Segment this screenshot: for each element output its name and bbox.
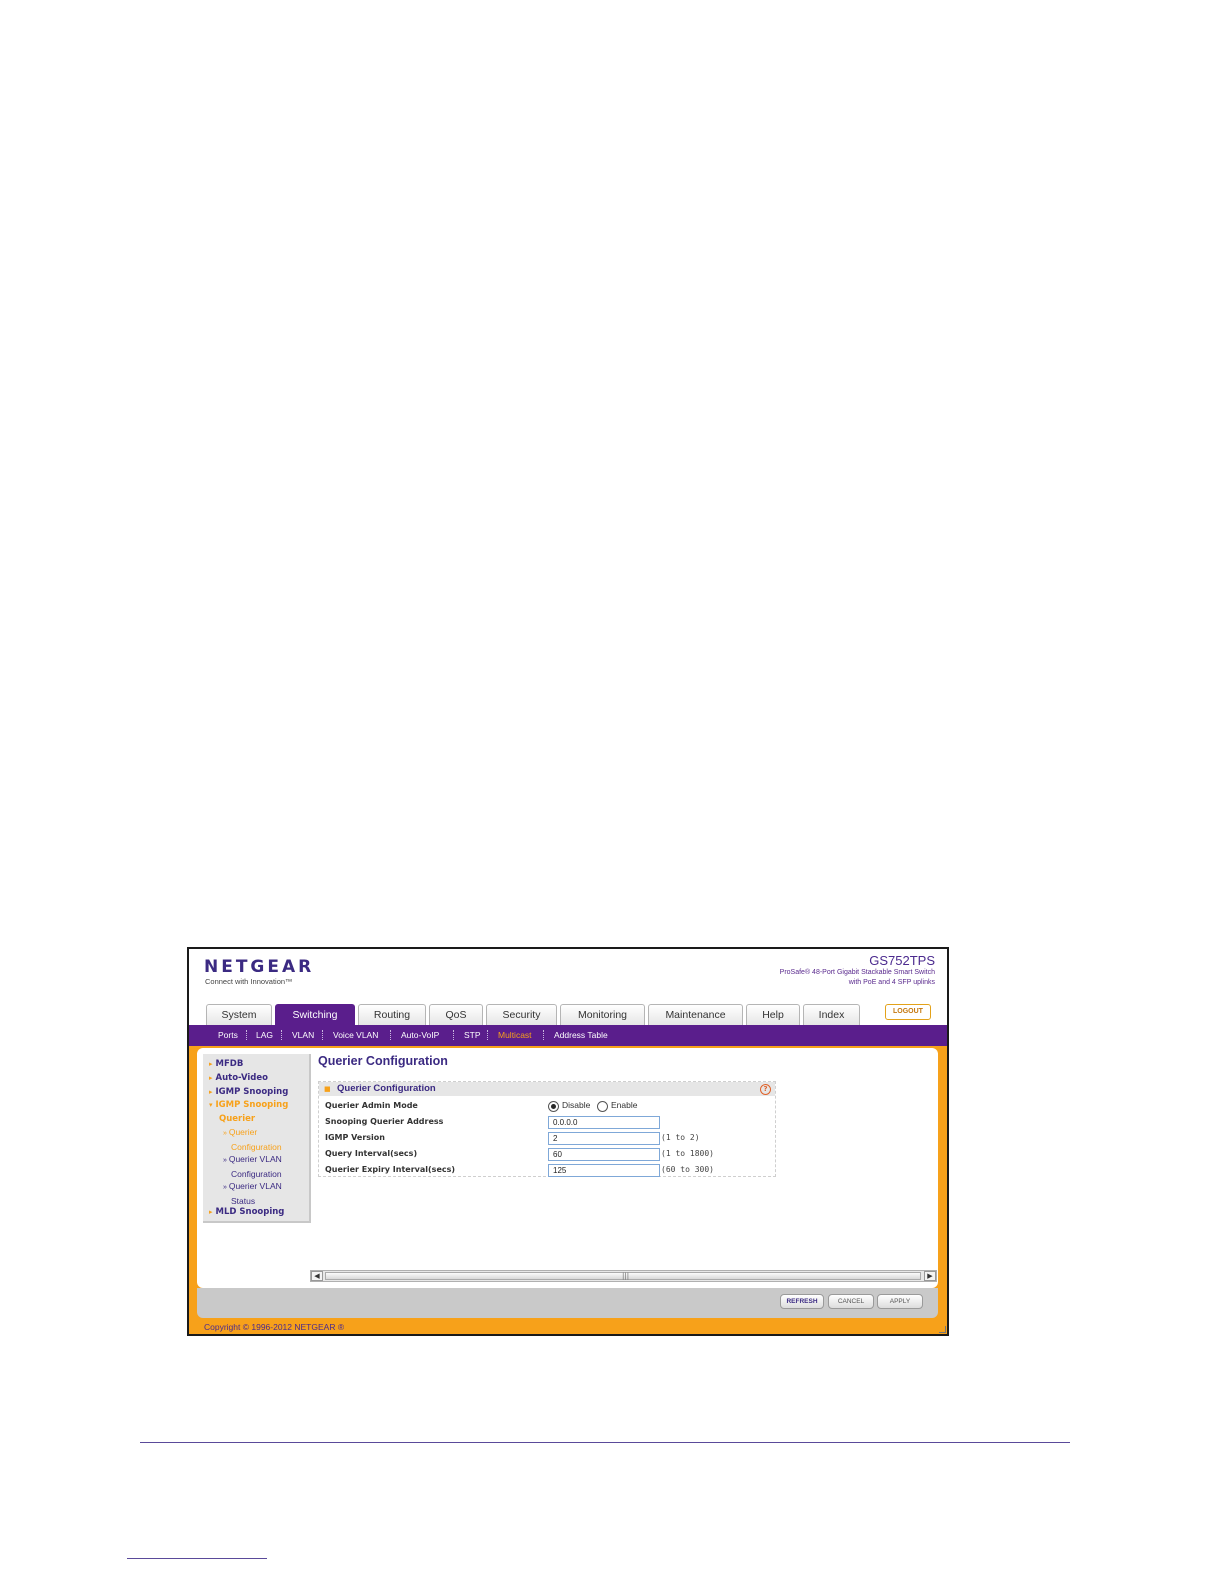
subnav-separator: [390, 1030, 392, 1040]
sidebar-item-igmp-snooping-querier[interactable]: ▾ IGMP Snooping: [209, 1100, 288, 1110]
querier-configuration-panel: ■ Querier Configuration ? Querier Admin …: [318, 1081, 776, 1177]
subnav-separator: [281, 1030, 283, 1040]
sidebar: ▸ MFDB ▸ Auto-Video ▸ IGMP Snooping ▾ IGMP S…: [203, 1054, 311, 1223]
expiry-interval-range: (60 to 300): [661, 1165, 714, 1174]
chevron-right-icon: ▸: [209, 1060, 213, 1068]
subnav-stp[interactable]: STP: [464, 1025, 481, 1046]
admin-mode-disable-label: Disable: [562, 1100, 591, 1110]
sidebar-subitem-querier-configuration[interactable]: » Querier Configuration: [223, 1126, 282, 1154]
querier-address-input[interactable]: 0.0.0.0: [548, 1116, 660, 1129]
admin-mode-disable-radio[interactable]: [548, 1101, 559, 1112]
sidebar-subitem-label: Configuration: [231, 1168, 282, 1179]
sidebar-subitem-querier-vlan-configuration[interactable]: » Querier VLAN Configuration: [223, 1153, 282, 1181]
tab-help[interactable]: Help: [746, 1004, 800, 1025]
chevron-right-icon: ▸: [209, 1208, 213, 1216]
tab-routing[interactable]: Routing: [358, 1004, 426, 1025]
query-interval-range: (1 to 1800): [661, 1149, 714, 1158]
igmp-version-range: (1 to 2): [661, 1133, 700, 1142]
netgear-logo: NETGEAR: [204, 957, 315, 977]
sidebar-item-mld-snooping[interactable]: ▸ MLD Snooping: [209, 1207, 284, 1217]
admin-mode-label: Querier Admin Mode: [325, 1101, 418, 1110]
panel-header: ■ Querier Configuration ?: [319, 1082, 775, 1096]
cancel-button[interactable]: CANCEL: [828, 1294, 874, 1309]
igmp-version-input[interactable]: 2: [548, 1132, 660, 1145]
sidebar-item-label: MFDB: [215, 1059, 244, 1069]
sidebar-item-label: IGMP Snooping: [215, 1100, 289, 1110]
refresh-button[interactable]: REFRESH: [780, 1294, 824, 1309]
chevron-down-icon: ▾: [209, 1101, 213, 1109]
subnav-vlan[interactable]: VLAN: [292, 1025, 314, 1046]
product-description-line2: with PoE and 4 SFP uplinks: [848, 979, 935, 986]
query-interval-label: Query Interval(secs): [325, 1149, 418, 1158]
tab-maintenance[interactable]: Maintenance: [648, 1004, 743, 1025]
query-interval-input[interactable]: 60: [548, 1148, 660, 1161]
brand-tagline: Connect with Innovation™: [205, 977, 293, 986]
content-area: ▸ MFDB ▸ Auto-Video ▸ IGMP Snooping ▾ IGMP S…: [197, 1048, 938, 1288]
subnav-separator: [543, 1030, 545, 1040]
copyright-text: Copyright © 1996-2012 NETGEAR ®: [204, 1322, 345, 1332]
apply-button[interactable]: APPLY: [877, 1294, 923, 1309]
expiry-interval-input[interactable]: 125: [548, 1164, 660, 1177]
tab-security[interactable]: Security: [486, 1004, 557, 1025]
tab-switching[interactable]: Switching: [275, 1004, 355, 1025]
sidebar-item-label: IGMP Snooping: [215, 1087, 289, 1097]
page-title: Querier Configuration: [318, 1054, 448, 1068]
sidebar-item-igmp-snooping[interactable]: ▸ IGMP Snooping: [209, 1087, 288, 1097]
scrollbar-thumb[interactable]: |||: [325, 1272, 921, 1280]
tab-monitoring[interactable]: Monitoring: [560, 1004, 645, 1025]
sidebar-subitem-label: Querier: [228, 1127, 258, 1137]
expiry-interval-label: Querier Expiry Interval(secs): [325, 1165, 456, 1174]
grip-icon: |||: [622, 1272, 630, 1280]
sidebar-subitem-label: Querier VLAN: [228, 1154, 282, 1164]
sidebar-subitem-label: Status: [231, 1195, 256, 1206]
chevron-right-icon: ▸: [209, 1088, 213, 1096]
logout-button[interactable]: LOGOUT: [885, 1004, 931, 1020]
subnav-voice-vlan[interactable]: Voice VLAN: [333, 1025, 378, 1046]
tab-system[interactable]: System: [206, 1004, 272, 1025]
subnav-separator: [453, 1030, 455, 1040]
querier-address-label: Snooping Querier Address: [325, 1117, 444, 1126]
button-bar: REFRESH CANCEL APPLY: [197, 1288, 938, 1318]
product-model: GS752TPS: [869, 953, 935, 968]
chevron-right-icon: ▸: [209, 1074, 213, 1082]
subnav-separator: [487, 1030, 489, 1040]
sidebar-item-mfdb[interactable]: ▸ MFDB: [209, 1059, 243, 1069]
page-link-underline: [127, 1558, 267, 1559]
sidebar-group-querier[interactable]: Querier: [219, 1114, 255, 1124]
product-description-line1: ProSafe® 48-Port Gigabit Stackable Smart…: [779, 969, 935, 976]
page-rule: [140, 1442, 1070, 1443]
igmp-version-label: IGMP Version: [325, 1133, 385, 1142]
horizontal-scrollbar[interactable]: ◀ ||| ▶: [310, 1270, 937, 1282]
sub-navigation: Ports LAG VLAN Voice VLAN Auto-VoIP STP …: [189, 1025, 947, 1046]
subnav-auto-voip[interactable]: Auto-VoIP: [401, 1025, 439, 1046]
panel-title: Querier Configuration: [337, 1083, 436, 1094]
tab-qos[interactable]: QoS: [429, 1004, 483, 1025]
subnav-ports[interactable]: Ports: [218, 1025, 238, 1046]
subnav-address-table[interactable]: Address Table: [554, 1025, 608, 1046]
sidebar-subitem-label: Querier VLAN: [228, 1181, 282, 1191]
sidebar-item-label: MLD Snooping: [215, 1207, 285, 1217]
header: NETGEAR Connect with Innovation™ GS752TP…: [189, 949, 947, 1025]
tab-index[interactable]: Index: [803, 1004, 860, 1025]
subnav-multicast[interactable]: Multicast: [498, 1025, 532, 1046]
help-icon[interactable]: ?: [760, 1084, 771, 1095]
admin-mode-enable-label: Enable: [611, 1100, 638, 1110]
scroll-right-icon[interactable]: ▶: [924, 1271, 936, 1281]
scroll-left-icon[interactable]: ◀: [311, 1271, 323, 1281]
sidebar-subitem-label: Configuration: [231, 1141, 282, 1152]
admin-mode-enable-radio[interactable]: [597, 1101, 608, 1112]
product-description: ProSafe® 48-Port Gigabit Stackable Smart…: [715, 968, 935, 988]
subnav-separator: [246, 1030, 248, 1040]
resize-grip-icon[interactable]: [939, 1326, 946, 1333]
sidebar-subitem-querier-vlan-status[interactable]: » Querier VLAN Status: [223, 1180, 282, 1208]
sidebar-item-auto-video[interactable]: ▸ Auto-Video: [209, 1073, 268, 1083]
sidebar-item-label: Auto-Video: [215, 1073, 268, 1083]
subnav-lag[interactable]: LAG: [256, 1025, 273, 1046]
netgear-admin-window: NETGEAR Connect with Innovation™ GS752TP…: [187, 947, 949, 1336]
subnav-separator: [322, 1030, 324, 1040]
bullet-icon: ■: [324, 1085, 331, 1093]
